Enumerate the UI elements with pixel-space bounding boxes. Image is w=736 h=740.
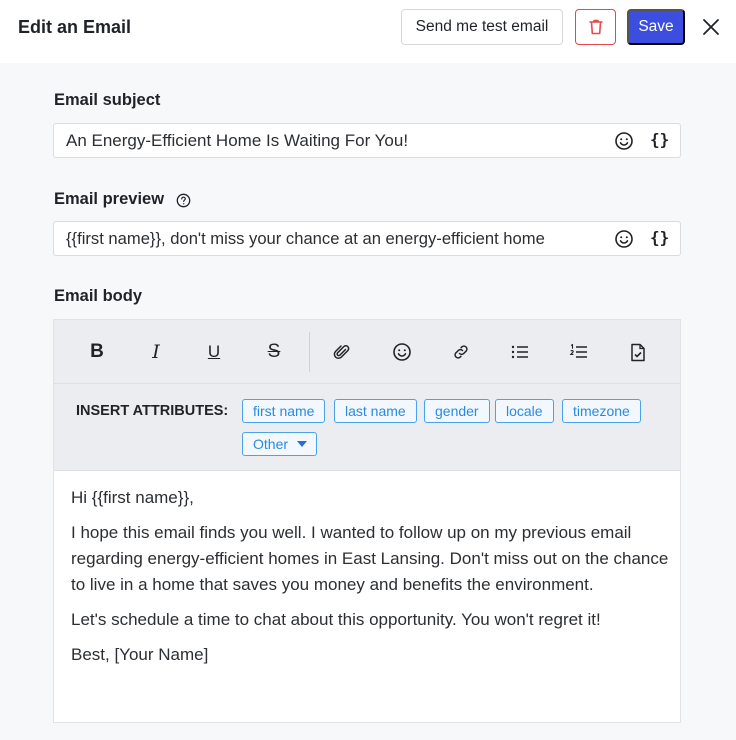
body-paragraph: Best, [Your Name] [71, 645, 209, 664]
email-preview-input[interactable]: {{first name}}, don't miss your chance a… [53, 221, 681, 256]
emoji-icon[interactable] [614, 229, 634, 249]
close-icon [703, 19, 719, 35]
send-test-email-button[interactable]: Send me test email [401, 9, 563, 45]
attachment-icon[interactable] [330, 340, 354, 364]
delete-button[interactable] [575, 9, 616, 45]
dialog-header: Edit an Email Send me test email Save [0, 0, 736, 63]
emoji-icon[interactable] [390, 340, 414, 364]
email-subject-input[interactable]: An Energy-Efficient Home Is Waiting For … [53, 123, 681, 158]
email-preview-label: Email preview [54, 190, 165, 208]
attribute-chip-locale[interactable]: locale [495, 399, 554, 423]
attribute-chip-last-name[interactable]: last name [334, 399, 417, 423]
email-body-editor: B I U S INSERT ATTRIBUTES: first name la… [53, 319, 681, 723]
insert-variable-icon[interactable]: {} [650, 228, 669, 247]
attribute-chip-first-name[interactable]: first name [242, 399, 326, 423]
attribute-other-label: Other [253, 436, 289, 452]
underline-icon[interactable]: U [202, 340, 226, 364]
link-icon[interactable] [449, 340, 473, 364]
italic-icon[interactable]: I [144, 340, 168, 364]
insert-attributes-label: INSERT ATTRIBUTES: [76, 403, 229, 419]
email-subject-value: An Energy-Efficient Home Is Waiting For … [66, 131, 409, 150]
caret-down-icon [297, 441, 308, 447]
body-paragraph: Let's schedule a time to chat about this… [71, 610, 601, 629]
insert-attributes-bar: INSERT ATTRIBUTES: first name last name … [54, 384, 680, 471]
trash-icon [588, 19, 603, 35]
body-paragraph: I hope this email finds you well. I want… [71, 523, 669, 594]
attribute-chip-gender[interactable]: gender [424, 399, 490, 423]
bullet-list-icon[interactable] [508, 340, 532, 364]
formatting-toolbar: B I U S [54, 320, 680, 384]
email-subject-label: Email subject [54, 91, 161, 109]
email-body-label: Email body [54, 287, 143, 305]
email-preview-value: {{first name}}, don't miss your chance a… [66, 229, 545, 248]
body-paragraph: Hi {{first name}}, [71, 488, 194, 507]
save-button[interactable]: Save [627, 9, 685, 45]
attribute-chip-timezone[interactable]: timezone [562, 399, 641, 423]
bold-icon[interactable]: B [85, 340, 109, 364]
attribute-other-dropdown[interactable]: Other [242, 432, 318, 456]
email-body-content[interactable]: Hi {{first name}}, I hope this email fin… [71, 485, 671, 677]
dialog-title: Edit an Email [18, 17, 132, 37]
toolbar-divider [309, 332, 310, 372]
help-circle-icon[interactable] [176, 193, 191, 208]
numbered-list-icon[interactable] [567, 340, 591, 364]
emoji-icon[interactable] [614, 131, 634, 151]
close-button[interactable] [698, 13, 724, 41]
insert-variable-icon[interactable]: {} [650, 130, 669, 149]
document-icon[interactable] [626, 340, 650, 364]
strikethrough-icon[interactable]: S [262, 340, 286, 364]
